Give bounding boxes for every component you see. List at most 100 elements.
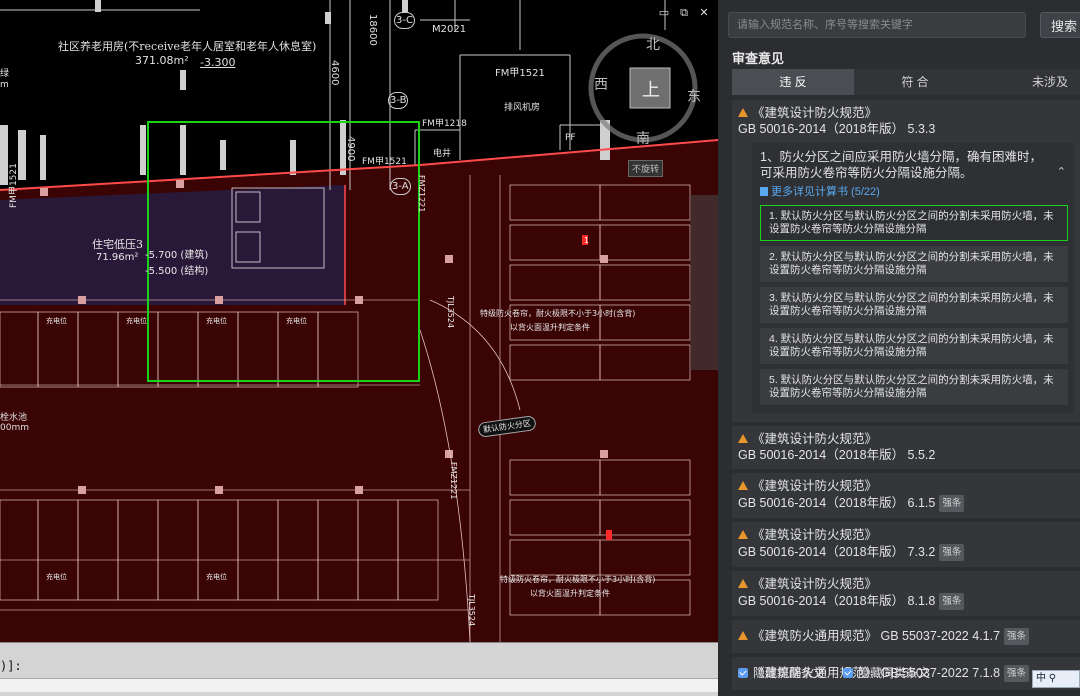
marker-number: 1 bbox=[584, 236, 590, 245]
violation-item[interactable]: 1. 默认防火分区与默认防火分区之间的分割未采用防火墙，未设置防火卷帘等防火分隔… bbox=[760, 205, 1068, 241]
axis-3b: 3-B bbox=[388, 92, 409, 109]
clause-item[interactable]: 《建筑设计防火规范》 GB 50016-2014（2018年版） 6.1.5 强条 bbox=[732, 473, 1080, 518]
room-pressure-area: 71.96m² bbox=[96, 252, 139, 263]
hide-similar-checkbox[interactable]: 隐藏同类条文 bbox=[843, 664, 930, 681]
violation-item[interactable]: 4. 默认防火分区与默认防火分区之间的分割未采用防火墙，未设置防火卷帘等防火分隔… bbox=[760, 328, 1068, 364]
charge-label-d: 充电位 bbox=[286, 317, 307, 325]
clause-item[interactable]: 《建筑设计防火规范》 GB 50016-2014（2018年版） 5.3.3 1… bbox=[732, 100, 1080, 422]
left-fragment-1: 绿 bbox=[0, 69, 10, 79]
clause-title: 《建筑设计防火规范》 bbox=[752, 577, 878, 591]
violation-item[interactable]: 3. 默认防火分区与默认防火分区之间的分割未采用防火墙，未设置防火卷帘等防火分隔… bbox=[760, 287, 1068, 323]
mandatory-badge: 强条 bbox=[939, 593, 965, 610]
compass-view[interactable]: 不旋转 bbox=[628, 160, 664, 177]
calc-book-link[interactable]: 更多详见计算书 (5/22) bbox=[760, 183, 1068, 199]
clause-description: 1、防火分区之间应采用防火墙分隔，确有困难时，可采用防火卷帘等防火分隔设施分隔。 bbox=[760, 150, 1042, 180]
search-input[interactable] bbox=[728, 12, 1026, 38]
mandatory-badge: 强条 bbox=[1004, 628, 1030, 645]
tab-comply[interactable]: 符 合 bbox=[854, 69, 976, 95]
charge-label-f: 充电位 bbox=[206, 573, 227, 581]
mandatory-badge: 强条 bbox=[939, 544, 965, 561]
hide-reminder-checkbox[interactable]: 隐藏提醒条文 bbox=[738, 664, 825, 681]
compass-south[interactable]: 南 bbox=[636, 128, 650, 148]
clause-title: 《建筑设计防火规范》 bbox=[752, 106, 878, 120]
clause-list: 《建筑设计防火规范》 GB 50016-2014（2018年版） 5.3.3 1… bbox=[732, 100, 1080, 694]
clause-item[interactable]: 《建筑设计防火规范》 GB 50016-2014（2018年版） 5.5.2 bbox=[732, 426, 1080, 469]
compass-west[interactable]: 西 bbox=[594, 74, 608, 94]
checkbox-checked-icon bbox=[738, 668, 748, 678]
cad-canvas[interactable]: 社区养老用房(不receive老年人居室和老年人休息室) 371.08m² -3… bbox=[0, 0, 718, 642]
room-pressure: 住宅低压3 bbox=[92, 238, 143, 251]
filter-options: 隐藏提醒条文 隐藏同类条文 bbox=[738, 664, 930, 681]
room-pf: PF bbox=[565, 133, 576, 143]
command-line-text: )]: bbox=[0, 659, 22, 673]
fmz-label-1: FMZ1221 bbox=[417, 175, 426, 213]
room-level-elderly: -3.300 bbox=[200, 56, 236, 69]
result-tabs: 违 反 符 合 未涉及 bbox=[732, 69, 1080, 95]
ime-indicator[interactable]: 中 ⚲ bbox=[1032, 670, 1080, 688]
fire-note-2b: 以背火面温升判定条件 bbox=[530, 589, 610, 598]
room-area-elderly: 371.08m² bbox=[135, 54, 189, 67]
clause-code: GB 50016-2014（2018年版） 5.3.3 bbox=[738, 122, 936, 136]
section-title: 审查意见 bbox=[732, 51, 785, 66]
chevron-up-icon[interactable]: ⌃ bbox=[1057, 165, 1066, 178]
restore-icon[interactable]: ⧉ bbox=[678, 6, 690, 20]
tab-violate[interactable]: 违 反 bbox=[732, 69, 854, 95]
clause-item[interactable]: 《建筑防火通用规范》 GB 55037-2022 4.1.7 强条 bbox=[732, 620, 1080, 653]
axis-3c: 3-C bbox=[394, 12, 415, 29]
minimize-icon[interactable]: ▭ bbox=[658, 6, 670, 20]
fire-note-2: 特级防火卷帘，耐火极限不小于3小时(含背) bbox=[500, 575, 656, 584]
checkbox-checked-icon bbox=[843, 668, 854, 678]
search-button[interactable]: 搜索 bbox=[1040, 12, 1080, 38]
clause-item[interactable]: 《建筑设计防火规范》 GB 50016-2014（2018年版） 7.3.2 强条 bbox=[732, 522, 1080, 567]
mandatory-badge: 强条 bbox=[939, 495, 965, 512]
cad-drawing bbox=[0, 0, 718, 642]
charge-label-c: 充电位 bbox=[206, 317, 227, 325]
door-fmjia1521-b: FM甲1521 bbox=[362, 157, 407, 167]
room-pressure-level2: -5.500 (结构) bbox=[145, 266, 209, 277]
fmz-label-2: FMZ1221 bbox=[449, 462, 458, 500]
review-panel: 搜索 审查意见 违 反 符 合 未涉及 《建筑设计防火规范》 GB 50016-… bbox=[718, 0, 1080, 696]
fire-note-1b: 以背火面温升判定条件 bbox=[510, 323, 590, 332]
clause-title: 《建筑设计防火规范》 bbox=[752, 432, 878, 446]
clause-code: GB 50016-2014（2018年版） 6.1.5 bbox=[738, 496, 936, 510]
dim-4600: 4600 bbox=[329, 60, 340, 86]
axis-3a: 3-A bbox=[390, 178, 411, 195]
compass-up[interactable]: 上 bbox=[642, 76, 660, 102]
violation-item[interactable]: 2. 默认防火分区与默认防火分区之间的分割未采用防火墙，未设置防火卷帘等防火分隔… bbox=[760, 246, 1068, 282]
room-elec: 电井 bbox=[433, 149, 452, 159]
door-fm-left: FM甲1521 bbox=[9, 163, 19, 208]
clause-code: GB 50016-2014（2018年版） 7.3.2 bbox=[738, 545, 936, 559]
clause-code: GB 55037-2022 4.1.7 bbox=[880, 629, 1001, 643]
warning-icon bbox=[738, 481, 748, 490]
room-label-elderly: 社区养老用房(不receive老年人居室和老年人休息室) bbox=[58, 40, 317, 53]
clause-item[interactable]: 《建筑设计防火规范》 GB 50016-2014（2018年版） 8.1.8 强条 bbox=[732, 571, 1080, 616]
warning-icon bbox=[738, 530, 748, 539]
document-icon bbox=[760, 187, 768, 196]
clause-code: GB 50016-2014（2018年版） 5.5.2 bbox=[738, 448, 936, 462]
left-fragment-4: 00mm bbox=[0, 423, 29, 433]
clause-title: 《建筑设计防火规范》 bbox=[752, 528, 878, 542]
clause-title: 《建筑设计防火规范》 bbox=[752, 479, 878, 493]
compass-north[interactable]: 北 bbox=[646, 34, 660, 54]
hide-similar-label: 隐藏同类条文 bbox=[858, 666, 931, 680]
fire-note-1: 特级防火卷帘，耐火极限不小于3小时(含背) bbox=[480, 309, 636, 318]
violation-items: 1. 默认防火分区与默认防火分区之间的分割未采用防火墙，未设置防火卷帘等防火分隔… bbox=[760, 205, 1068, 405]
room-pressure-level1: -5.700 (建筑) bbox=[145, 250, 209, 261]
dim-18600: 18600 bbox=[367, 14, 378, 46]
violation-item[interactable]: 5. 默认防火分区与默认防火分区之间的分割未采用防火墙，未设置防火卷帘等防火分隔… bbox=[760, 369, 1068, 405]
close-icon[interactable]: ✕ bbox=[698, 6, 710, 20]
tjl-label-1: TJL3524 bbox=[446, 296, 455, 329]
warning-icon bbox=[738, 579, 748, 588]
room-fan: 排风机房 bbox=[504, 103, 541, 113]
tab-not-involved[interactable]: 未涉及 bbox=[976, 69, 1080, 95]
door-fmjia1521-a: FM甲1521 bbox=[495, 68, 545, 79]
dim-4900: 4900 bbox=[345, 136, 356, 162]
charge-label-b: 充电位 bbox=[126, 317, 147, 325]
warning-icon bbox=[738, 434, 748, 443]
tjl-label-2: TJL3524 bbox=[467, 594, 476, 627]
command-line[interactable]: )]: bbox=[0, 642, 718, 696]
compass-east[interactable]: 东 bbox=[687, 86, 701, 106]
warning-icon bbox=[738, 631, 748, 640]
command-input[interactable] bbox=[0, 678, 718, 692]
search-row: 搜索 bbox=[728, 12, 1080, 38]
